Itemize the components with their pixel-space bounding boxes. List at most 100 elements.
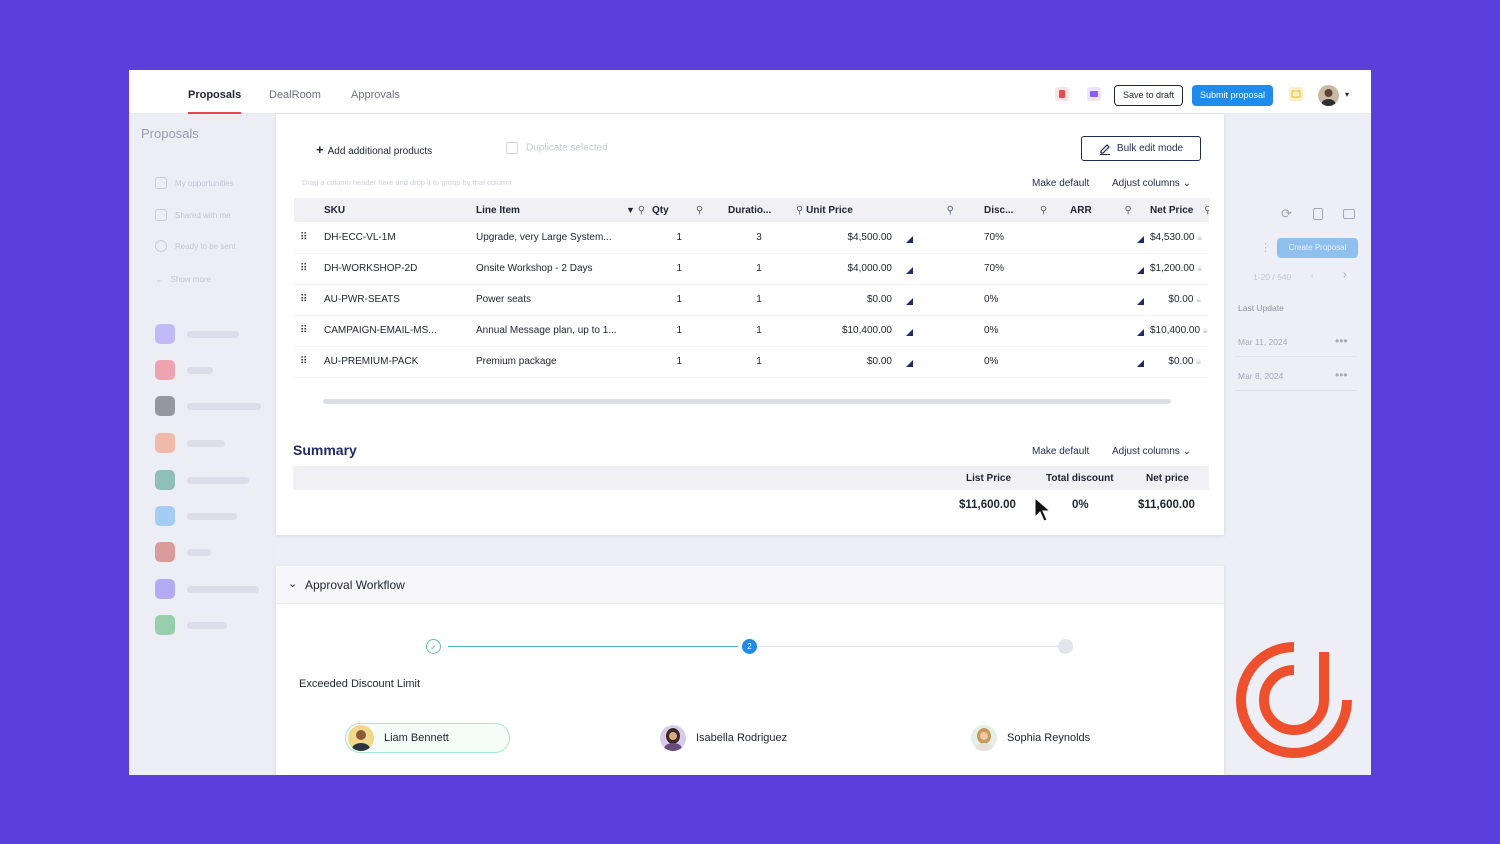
column-header-discount[interactable]: Disc... — [978, 198, 1034, 222]
discount-cell[interactable]: 0% — [978, 346, 1034, 378]
discount-cell[interactable]: 70% — [978, 253, 1034, 285]
pin-icon[interactable]: ⚲ — [638, 205, 645, 216]
unit-price-cell[interactable]: $10,400.00 — [790, 315, 900, 347]
qty-cell[interactable]: 1 — [646, 315, 690, 347]
pin-icon[interactable]: ⚲ — [1124, 205, 1131, 216]
duration-cell[interactable]: 3 — [722, 222, 790, 254]
list-item[interactable]: Mar 11, 2024 ••• — [1235, 327, 1357, 357]
list-item[interactable]: Mar 8, 2024 ••• — [1235, 361, 1357, 391]
column-header-net-price[interactable]: Net Price — [1150, 205, 1193, 216]
more-vertical-icon[interactable]: ⋮ — [1260, 241, 1271, 254]
pin-icon[interactable]: ⚲ — [696, 205, 703, 216]
qty-cell[interactable]: 1 — [646, 284, 690, 316]
table-row[interactable]: ⠿ DH-ECC-VL-1M Upgrade, very Large Syste… — [294, 222, 1209, 254]
drag-handle-icon[interactable]: ⠿ — [294, 253, 318, 285]
app-icon[interactable] — [155, 360, 175, 380]
sidebar-item-show-more[interactable]: ⌄ Show more — [155, 272, 211, 286]
adjust-columns-button[interactable]: Adjust columns ⌄ — [1112, 178, 1191, 189]
summary-adjust-columns-button[interactable]: Adjust columns ⌄ — [1112, 446, 1191, 457]
tab-dealroom[interactable]: DealRoom — [269, 70, 321, 114]
app-icon[interactable] — [155, 542, 175, 562]
unit-price-cell[interactable]: $4,000.00 — [790, 253, 900, 285]
pin-icon[interactable]: ⚲ — [1040, 205, 1047, 216]
create-proposal-button[interactable]: Create Proposal — [1277, 238, 1358, 258]
qty-cell[interactable]: 1 — [646, 222, 690, 254]
discount-cell[interactable]: 0% — [978, 315, 1034, 347]
chevron-down-icon[interactable]: ⌄ — [288, 577, 297, 590]
sku-cell: DH-WORKSHOP-2D — [318, 253, 470, 285]
unit-price-cell[interactable]: $4,500.00 — [790, 222, 900, 254]
pin-icon[interactable]: ⚲ — [947, 205, 954, 216]
app-icon[interactable] — [155, 396, 175, 416]
refresh-icon[interactable]: ⟳ — [1281, 206, 1292, 222]
approver-isabella-rodriguez[interactable]: Isabella Rodriguez — [660, 723, 787, 753]
table-row[interactable]: ⠿ DH-WORKSHOP-2D Onsite Workshop - 2 Day… — [294, 253, 1209, 285]
sidebar-item-shared[interactable]: Shared with me — [155, 208, 231, 222]
table-row[interactable]: ⠿ AU-PREMIUM-PACK Premium package 1 1 $0… — [294, 346, 1209, 378]
more-horizontal-icon[interactable]: ••• — [1335, 368, 1348, 382]
qty-cell[interactable]: 1 — [646, 346, 690, 378]
approver-sophia-reynolds[interactable]: Sophia Reynolds — [971, 723, 1090, 753]
approver-liam-bennett[interactable]: Liam Bennett — [345, 723, 510, 753]
table-row[interactable]: ⠿ CAMPAIGN-EMAIL-MS... Annual Message pl… — [294, 315, 1209, 347]
column-header-qty[interactable]: Qty — [646, 198, 690, 222]
pin-icon[interactable]: ⚲ — [796, 205, 803, 216]
approval-workflow-header[interactable]: ⌄ Approval Workflow — [276, 566, 1224, 604]
make-default-link[interactable]: Make default — [1032, 178, 1089, 189]
sidebar-item-ready[interactable]: Ready to be sent — [155, 239, 235, 253]
bulk-edit-button[interactable]: Bulk edit mode — [1081, 136, 1201, 161]
tab-proposals[interactable]: Proposals — [188, 70, 242, 114]
document-icon[interactable] — [1313, 208, 1323, 220]
submit-proposal-button[interactable]: Submit proposal — [1192, 85, 1274, 106]
duration-cell[interactable]: 1 — [722, 315, 790, 347]
column-header-line-item[interactable]: Line Item — [470, 198, 620, 222]
column-header-duration[interactable]: Duratio... — [722, 198, 790, 222]
approval-workflow-panel: ⌄ Approval Workflow ✓ 2 Exceeded Discoun… — [276, 566, 1224, 775]
notes-icon[interactable] — [1289, 87, 1303, 101]
app-icon[interactable] — [155, 324, 175, 344]
duration-cell[interactable]: 1 — [722, 346, 790, 378]
duplicate-selected-button[interactable]: Duplicate selected — [506, 142, 608, 154]
unit-price-cell[interactable]: $0.00 — [790, 346, 900, 378]
app-icon[interactable] — [155, 579, 175, 599]
app-icon[interactable] — [155, 506, 175, 526]
qty-cell[interactable]: 1 — [646, 253, 690, 285]
preview-icon[interactable] — [1087, 87, 1101, 101]
pin-icon[interactable]: ⚲ — [1204, 205, 1209, 216]
duration-cell[interactable]: 1 — [722, 253, 790, 285]
chevron-down-icon[interactable]: ▾ — [1345, 90, 1349, 99]
app-icon[interactable] — [155, 470, 175, 490]
column-header-unit-price[interactable]: Unit Price — [806, 205, 853, 216]
list-price-header: List Price — [966, 473, 1012, 484]
tab-approvals[interactable]: Approvals — [351, 70, 400, 114]
drag-handle-icon[interactable]: ⠿ — [294, 346, 318, 378]
summary-make-default-link[interactable]: Make default — [1032, 446, 1089, 457]
net-price-cell: $0.00 🔒︎ — [1144, 346, 1209, 378]
table-row[interactable]: ⠿ AU-PWR-SEATS Power seats 1 1 $0.00 0% … — [294, 284, 1209, 316]
unit-price-cell[interactable]: $0.00 — [790, 284, 900, 316]
column-header-sku[interactable]: SKU — [318, 198, 470, 222]
more-horizontal-icon[interactable]: ••• — [1335, 334, 1348, 348]
edit-corner-icon — [1137, 235, 1144, 243]
filter-icon[interactable]: ▼ — [626, 205, 635, 215]
sidebar-item-my-opportunities[interactable]: My opportunities — [155, 176, 234, 190]
app-icon[interactable] — [155, 433, 175, 453]
discount-cell[interactable]: 0% — [978, 284, 1034, 316]
duration-cell[interactable]: 1 — [722, 284, 790, 316]
app-icon[interactable] — [155, 615, 175, 635]
pdf-icon[interactable] — [1055, 87, 1069, 101]
add-products-button[interactable]: + Add additional products — [316, 142, 432, 157]
prev-page-icon[interactable]: ‹ — [1311, 270, 1314, 280]
lock-icon: 🔒︎ — [1197, 231, 1203, 242]
next-page-icon[interactable]: › — [1343, 269, 1347, 281]
drag-handle-icon[interactable]: ⠿ — [294, 315, 318, 347]
drag-handle-icon[interactable]: ⠿ — [294, 222, 318, 254]
horizontal-scrollbar[interactable] — [323, 399, 1171, 404]
archive-icon[interactable] — [1343, 209, 1355, 219]
discount-cell[interactable]: 70% — [978, 222, 1034, 254]
column-header-arr[interactable]: ARR — [1070, 205, 1092, 216]
users-icon — [155, 209, 167, 221]
drag-handle-icon[interactable]: ⠿ — [294, 284, 318, 316]
user-avatar[interactable] — [1318, 85, 1339, 106]
save-draft-button[interactable]: Save to draft — [1114, 85, 1184, 106]
